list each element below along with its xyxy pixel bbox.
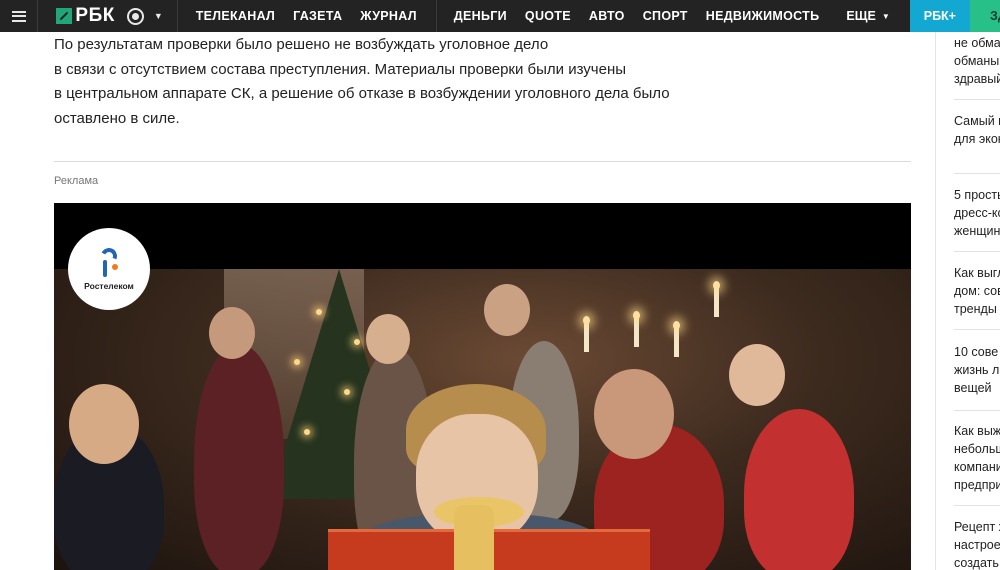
nav-item-auto[interactable]: АВТО	[580, 9, 634, 23]
sidebar-divider	[954, 173, 1000, 174]
sidebar-news-item[interactable]: Как выгл дом: сов тренды	[954, 264, 1000, 318]
article-paragraph-line: По результатам проверки было решено не в…	[54, 36, 549, 53]
nav-item-tv[interactable]: ТЕЛЕКАНАЛ	[187, 9, 284, 23]
article-paragraph-line: в связи с отсутствием состава преступлен…	[54, 60, 627, 78]
sidebar-news-item[interactable]: Рецепт х настрое создать	[954, 518, 1000, 570]
menu-icon[interactable]	[0, 0, 39, 32]
sidebar-news-item[interactable]: 5 прость дресс-ко женщин	[954, 186, 1000, 240]
rbk-plus-button[interactable]: РБК+	[909, 0, 970, 32]
primary-nav: ТЕЛЕКАНАЛ ГАЗЕТА ЖУРНАЛ	[178, 0, 437, 32]
sidebar-divider	[954, 505, 1000, 506]
article-paragraph-line: в центральном аппарате СК, а решение об …	[54, 85, 670, 103]
sidebar-divider	[954, 410, 1000, 411]
section-divider	[54, 161, 911, 162]
nav-item-quote[interactable]: QUOTE	[516, 9, 580, 23]
ad-label: Реклама	[54, 175, 99, 187]
rbk-logo-mark-icon	[56, 8, 73, 24]
nav-item-newspaper[interactable]: ГАЗЕТА	[284, 9, 351, 23]
nav-item-money[interactable]: ДЕНЬГИ	[445, 9, 516, 23]
nav-item-realty[interactable]: НЕДВИЖИМОСТЬ	[697, 9, 829, 23]
more-menu-label: ЕЩЕ	[846, 9, 876, 23]
secondary-nav: ДЕНЬГИ QUOTE АВТО СПОРТ НЕДВИЖИМОСТЬ	[437, 0, 829, 32]
nav-item-sport[interactable]: СПОРТ	[634, 9, 697, 23]
sidebar-news-item[interactable]: 10 сове жизнь л вещей	[954, 343, 1000, 397]
news-sidebar: не обма обманы здравый Самый в для экон …	[935, 32, 1000, 570]
more-menu-button[interactable]: ЕЩЕ ▼	[828, 0, 909, 32]
sidebar-divider	[954, 99, 1000, 100]
top-navigation-bar: РБК ▼ ТЕЛЕКАНАЛ ГАЗЕТА ЖУРНАЛ ДЕНЬГИ QUO…	[0, 0, 1000, 32]
chevron-down-icon: ▼	[881, 11, 890, 21]
chevron-down-icon[interactable]: ▼	[154, 11, 163, 21]
article-body: По результатам проверки было решено не в…	[54, 33, 714, 131]
ad-video-frame	[54, 269, 911, 570]
sidebar-news-item[interactable]: Самый в для экон	[954, 112, 1000, 148]
rbk-logo-text: РБК	[75, 5, 115, 26]
sidebar-news-item[interactable]: Как выж небольш компани предпри	[954, 422, 1000, 494]
health-section-button[interactable]: ЗДОРОВЬЕ	[970, 0, 1000, 32]
globe-icon[interactable]	[126, 7, 144, 25]
ad-video-player[interactable]: Ростелеком	[54, 203, 911, 570]
rbk-logo[interactable]: РБК ▼	[38, 0, 178, 32]
article-paragraph-line: оставлено в силе.	[54, 109, 180, 127]
rostelecom-brand-name: Ростелеком	[84, 280, 134, 291]
sidebar-divider	[954, 329, 1000, 330]
rostelecom-logo[interactable]: Ростелеком	[68, 228, 150, 310]
nav-item-magazine[interactable]: ЖУРНАЛ	[351, 9, 426, 23]
rostelecom-logo-icon	[98, 245, 120, 278]
sidebar-news-item[interactable]: не обма обманы здравый	[954, 34, 1000, 88]
sidebar-divider	[954, 251, 1000, 252]
